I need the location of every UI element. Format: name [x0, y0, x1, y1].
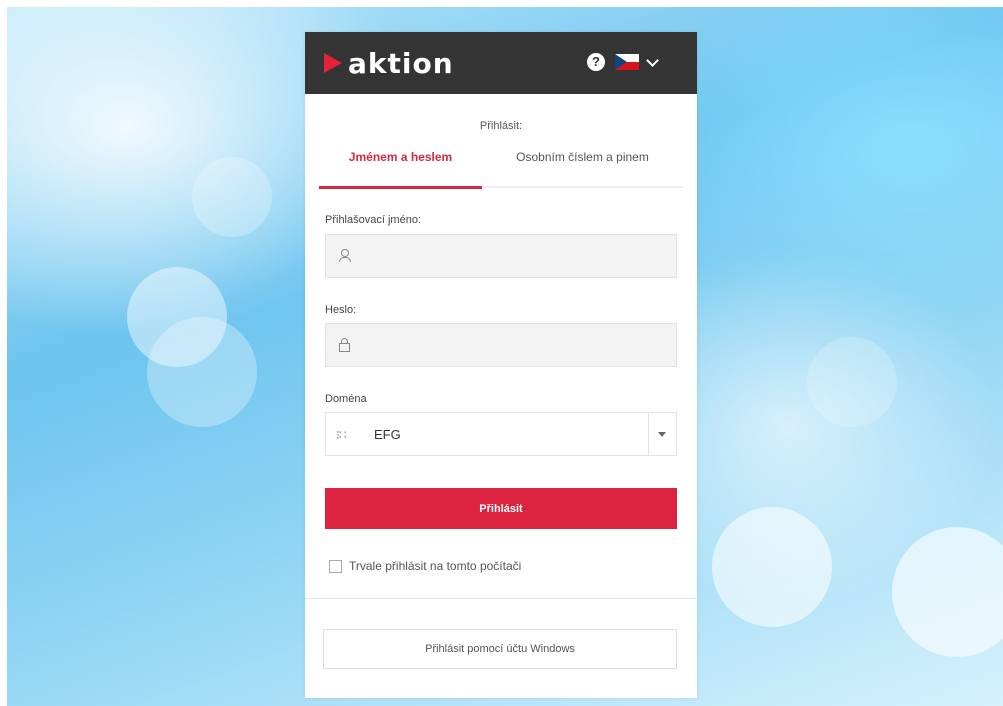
- logo-text: aktion: [348, 46, 454, 80]
- help-icon[interactable]: ?: [587, 53, 605, 71]
- logo-triangle-icon: [324, 53, 342, 73]
- password-label: Heslo:: [325, 304, 357, 316]
- tab-name-password[interactable]: Jménem a heslem: [319, 144, 482, 189]
- bokeh-circle: [807, 337, 897, 427]
- chevron-down-icon[interactable]: [646, 54, 659, 67]
- bokeh-circle: [147, 317, 257, 427]
- domain-label: Doména: [325, 393, 367, 405]
- login-caption: Přihlásit:: [479, 120, 523, 132]
- remember-label: Trvale přihlásit na tomto počítači: [349, 559, 522, 573]
- username-field[interactable]: [325, 234, 677, 279]
- caret-down-icon[interactable]: [658, 432, 666, 437]
- domain-icon: ⁝∷: [336, 428, 347, 442]
- bokeh-circle: [192, 157, 272, 237]
- remember-checkbox[interactable]: [329, 559, 342, 573]
- bokeh-circle: [712, 507, 832, 627]
- top-bar: aktion ?: [305, 32, 697, 94]
- user-icon: [338, 249, 351, 263]
- aktion-logo: aktion: [324, 46, 454, 80]
- lock-icon: [338, 338, 350, 352]
- domain-value: EFG: [374, 427, 401, 442]
- bokeh-circle: [892, 527, 1003, 657]
- tab-personal-number-pin[interactable]: Osobním číslem a pinem: [482, 144, 683, 186]
- select-divider: [648, 413, 649, 455]
- username-label: Přihlašovací jméno:: [325, 214, 421, 226]
- login-button[interactable]: Přihlásit: [325, 488, 677, 529]
- divider: [305, 598, 697, 599]
- windows-login-button[interactable]: Přihlásit pomocí účtu Windows: [323, 629, 677, 669]
- remember-me[interactable]: Trvale přihlásit na tomto počítači: [329, 559, 521, 573]
- login-card: aktion ? Přihlásit: Jménem a heslem Osob…: [305, 32, 697, 698]
- username-input[interactable]: [360, 235, 674, 279]
- domain-select[interactable]: ⁝∷ EFG: [325, 412, 677, 456]
- password-field[interactable]: [325, 323, 677, 368]
- password-input[interactable]: [360, 324, 674, 368]
- login-tabs: Jménem a heslem Osobním číslem a pinem: [319, 144, 683, 189]
- cz-flag-icon[interactable]: [615, 54, 639, 70]
